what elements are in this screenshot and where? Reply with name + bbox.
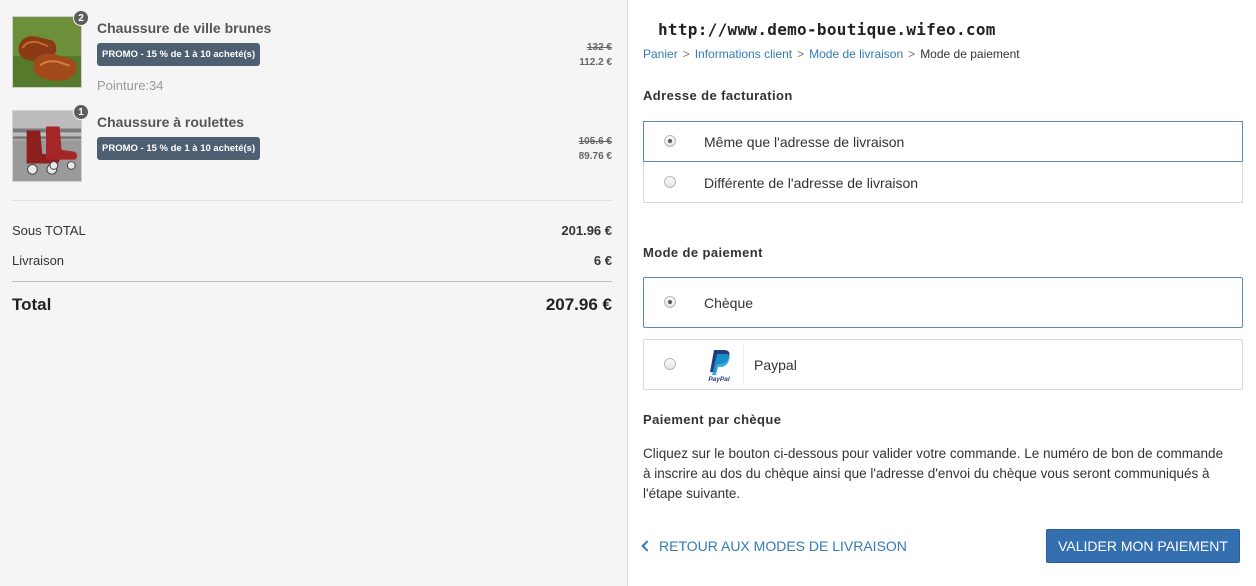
total-label: Total [12, 295, 52, 314]
radio-selected-icon[interactable] [664, 135, 676, 147]
old-price: 132 € [586, 42, 612, 53]
breadcrumb: Panier > Informations client > Mode de livra… [643, 47, 1020, 61]
divider [12, 281, 612, 282]
option-label: Différente de l'adresse de livraison [704, 175, 919, 191]
quantity-badge: 2 [73, 10, 89, 26]
cheque-title: Paiement par chèque [643, 412, 782, 427]
breadcrumb-link-cart[interactable]: Panier [643, 47, 678, 61]
payment-options: Chèque PayPal Paypal [643, 277, 1243, 390]
breadcrumb-separator: > [797, 47, 805, 61]
breadcrumb-separator: > [682, 47, 690, 61]
old-price: 105.6 € [578, 136, 612, 147]
option-label: Chèque [704, 295, 754, 311]
quantity-badge: 1 [73, 104, 89, 120]
product-name: Chaussure de ville brunes [97, 20, 272, 36]
cart-summary-panel: 2 Chaussure de ville brunes PROMO - 15 %… [0, 0, 628, 586]
radio-icon[interactable] [664, 176, 676, 188]
shipping-value: 6 € [593, 253, 612, 268]
site-url: http://www.demo-boutique.wifeo.com [658, 20, 996, 39]
validate-payment-button[interactable]: VALIDER MON PAIEMENT [1046, 529, 1240, 563]
new-price: 112.2 € [579, 57, 612, 68]
subtotal-label: Sous TOTAL [12, 223, 86, 238]
billing-title: Adresse de facturation [643, 88, 793, 103]
breadcrumb-link-customer-info[interactable]: Informations client [695, 47, 792, 61]
promo-badge: PROMO - 15 % de 1 à 10 acheté(s) [97, 43, 261, 66]
payment-title: Mode de paiement [643, 245, 763, 260]
billing-option-different[interactable]: Différente de l'adresse de livraison [643, 161, 1243, 203]
radio-icon[interactable] [664, 358, 676, 370]
product-name: Chaussure à roulettes [97, 114, 245, 130]
back-link-label: RETOUR AUX MODES DE LIVRAISON [659, 538, 907, 554]
paypal-logo-icon: PayPal [694, 344, 744, 384]
new-price: 89.76 € [578, 151, 612, 162]
promo-badge: PROMO - 15 % de 1 à 10 acheté(s) [97, 137, 261, 160]
total-value: 207.96 € [545, 295, 612, 314]
product-image-brown-shoes [12, 16, 82, 88]
payment-option-paypal[interactable]: PayPal Paypal [643, 339, 1243, 390]
radio-selected-icon[interactable] [664, 296, 676, 308]
divider [12, 200, 612, 201]
back-to-shipping-link[interactable]: RETOUR AUX MODES DE LIVRAISON [641, 538, 907, 554]
option-label: Paypal [754, 357, 797, 373]
billing-option-same[interactable]: Même que l'adresse de livraison [643, 121, 1243, 162]
option-label: Même que l'adresse de livraison [704, 134, 905, 150]
shipping-label: Livraison [12, 253, 65, 268]
checkout-panel: http://www.demo-boutique.wifeo.com Panie… [628, 0, 1256, 586]
cheque-description: Cliquez sur le bouton ci-dessous pour va… [643, 446, 1224, 501]
product-size: Pointure:34 [97, 78, 164, 93]
payment-option-cheque[interactable]: Chèque [643, 277, 1243, 328]
paypal-logo-text: PayPal [708, 376, 730, 383]
breadcrumb-link-shipping-mode[interactable]: Mode de livraison [809, 47, 903, 61]
chevron-left-icon [641, 540, 653, 552]
breadcrumb-separator: > [908, 47, 916, 61]
breadcrumb-current: Mode de paiement [920, 47, 1020, 61]
product-image-roller-skates [12, 110, 82, 182]
subtotal-value: 201.96 € [561, 223, 612, 238]
billing-options: Même que l'adresse de livraison Différen… [643, 121, 1243, 203]
